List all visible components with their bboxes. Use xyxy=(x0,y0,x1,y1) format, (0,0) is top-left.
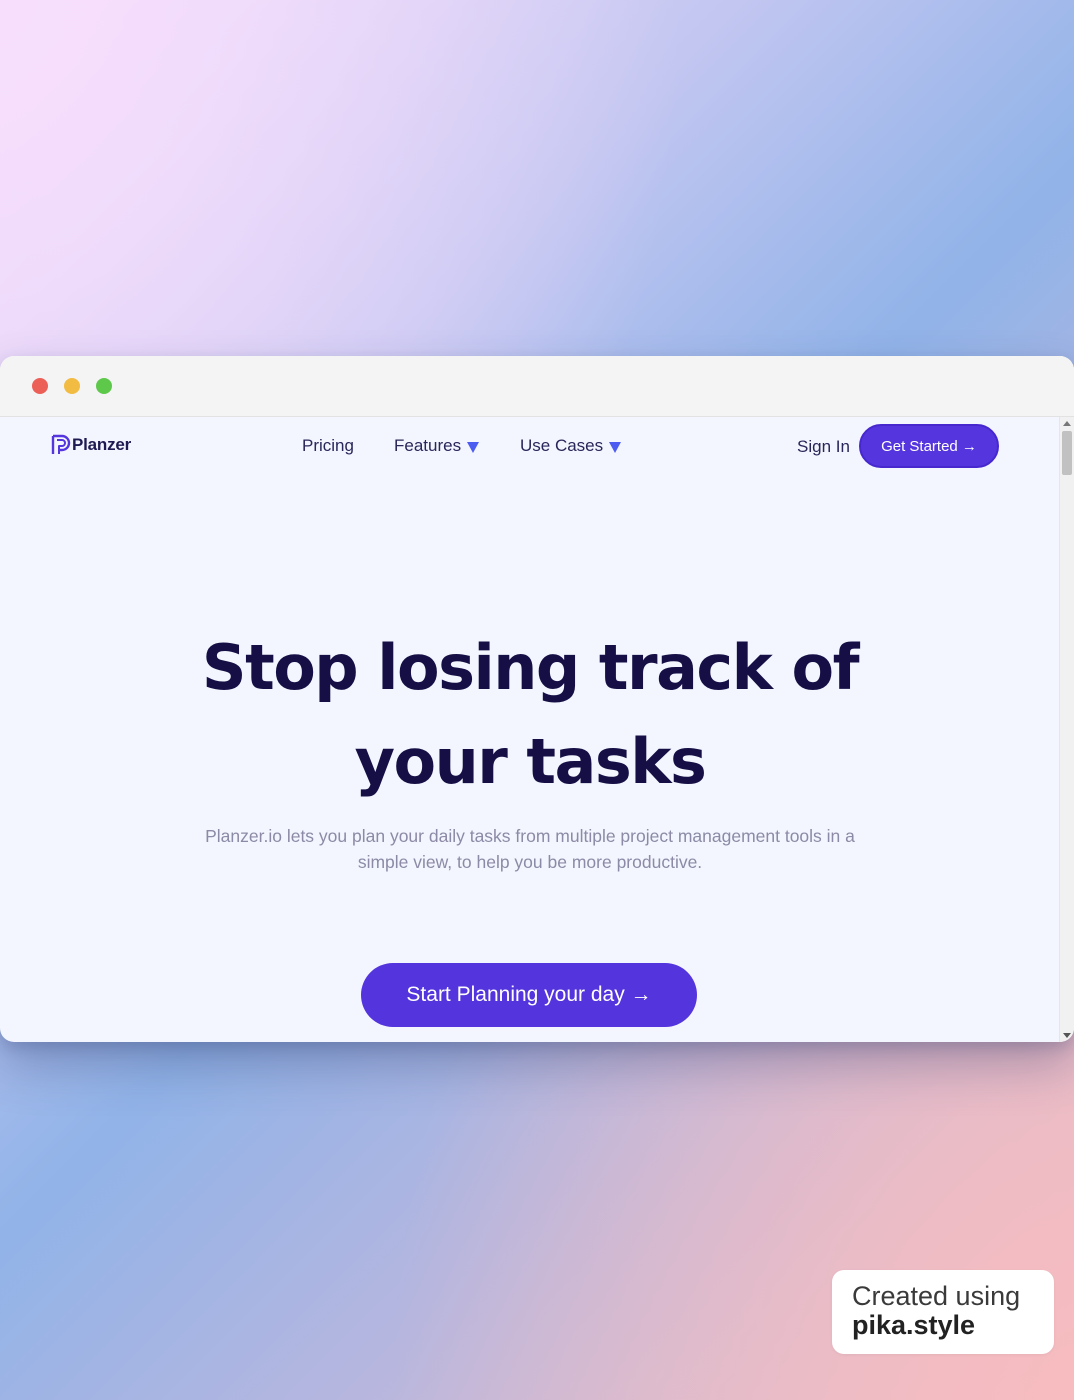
caret-down-icon xyxy=(609,441,622,453)
sign-in-link[interactable]: Sign In xyxy=(797,437,850,457)
nav-link-use-cases[interactable]: Use Cases xyxy=(520,436,622,456)
window-titlebar xyxy=(0,356,1074,417)
start-planning-button[interactable]: Start Planning your day → xyxy=(361,963,697,1027)
hero-title-line: Stop losing track of xyxy=(201,631,860,704)
maximize-window-button[interactable] xyxy=(96,378,112,394)
hero-title: Stop losing track of your tasks xyxy=(150,621,910,809)
close-window-button[interactable] xyxy=(32,378,48,394)
badge-caption: Created using xyxy=(852,1281,1021,1311)
nav-link-label: Features xyxy=(394,436,462,455)
browser-window: Planzer Pricing Features Use Cases Sign … xyxy=(0,356,1074,1042)
nav-link-label: Use Cases xyxy=(520,436,604,455)
top-navigation: Planzer Pricing Features Use Cases Sign … xyxy=(0,417,1059,477)
logo-mark-icon xyxy=(51,434,71,454)
nav-link-features[interactable]: Features xyxy=(394,436,480,456)
vertical-scrollbar[interactable] xyxy=(1059,417,1074,1042)
scroll-up-arrow-icon[interactable] xyxy=(1063,421,1071,426)
nav-link-label: Pricing xyxy=(302,436,354,455)
get-started-button[interactable]: Get Started → xyxy=(859,424,999,468)
pika-style-badge[interactable]: Created using pika.style xyxy=(832,1270,1054,1354)
scroll-down-arrow-icon[interactable] xyxy=(1063,1033,1071,1038)
badge-brand: pika.style xyxy=(852,1310,976,1340)
scrollbar-thumb[interactable] xyxy=(1062,431,1072,475)
logo-text: Planzer xyxy=(72,435,132,454)
hero-subtitle: Planzer.io lets you plan your daily task… xyxy=(205,826,855,872)
logo[interactable]: Planzer xyxy=(51,434,131,456)
nav-link-pricing[interactable]: Pricing xyxy=(302,436,354,456)
caret-down-icon xyxy=(467,441,480,453)
hero-title-line: your tasks xyxy=(354,725,707,798)
page-viewport: Planzer Pricing Features Use Cases Sign … xyxy=(0,417,1074,1042)
minimize-window-button[interactable] xyxy=(64,378,80,394)
